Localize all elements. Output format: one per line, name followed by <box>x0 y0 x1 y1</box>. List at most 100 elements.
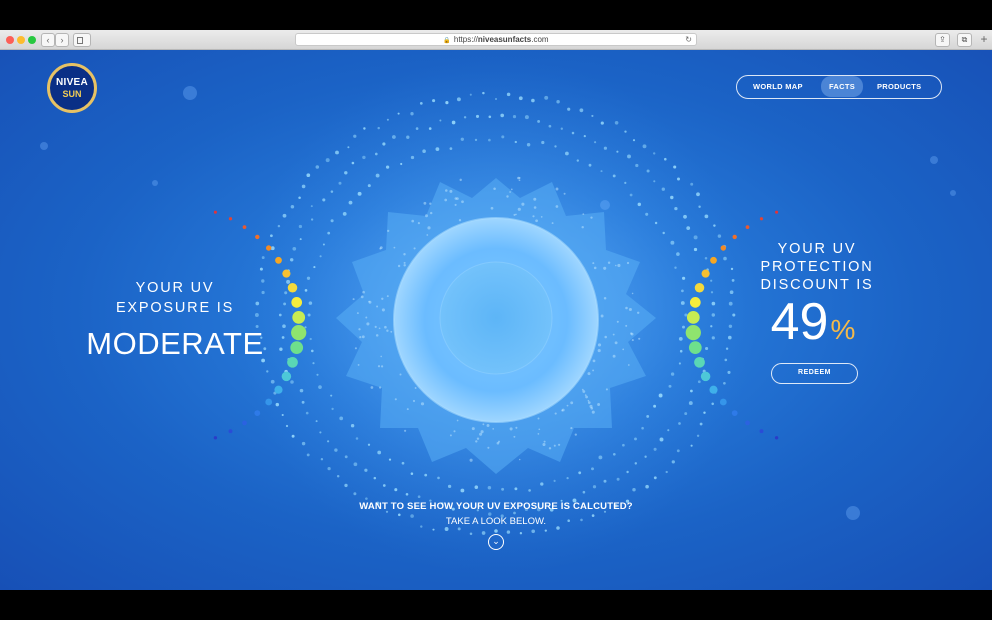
ring-particle <box>588 163 592 167</box>
ring-particle <box>357 191 362 196</box>
ring-particle <box>635 163 639 168</box>
uv-scale-dot <box>694 356 705 368</box>
aura-particle <box>558 443 561 446</box>
ring-particle <box>624 130 627 133</box>
tabs-icon[interactable]: ⧉ <box>957 33 972 47</box>
nivea-sun-logo[interactable]: NIVEA SUN <box>47 63 97 113</box>
new-tab-button[interactable]: + <box>978 33 990 45</box>
aura-particle <box>553 444 556 447</box>
aura-particle <box>476 437 480 440</box>
aura-particle <box>509 427 513 431</box>
sidebar-toggle-button[interactable] <box>73 33 91 47</box>
ring-particle <box>457 527 461 531</box>
aura-particle <box>449 434 452 437</box>
ring-particle <box>681 289 684 293</box>
forward-button[interactable]: › <box>55 33 69 47</box>
ring-particle <box>644 455 647 458</box>
aura-particle <box>509 191 512 193</box>
ring-particle <box>306 276 311 280</box>
ring-particle <box>313 266 316 269</box>
aura-particle <box>587 399 590 402</box>
ring-particle <box>704 214 709 219</box>
ring-particle <box>710 291 714 294</box>
uv-scale-dot <box>287 282 298 293</box>
ring-particle <box>320 457 324 461</box>
back-button[interactable]: ‹ <box>41 33 55 47</box>
aura-particle <box>518 176 521 180</box>
ring-particle <box>330 190 334 193</box>
uv-scale-dot <box>689 297 701 308</box>
address-bar[interactable]: 🔒 https://niveasunfacts.com ↻ <box>295 33 697 46</box>
uv-scale-dot <box>720 245 727 251</box>
ring-particle <box>506 530 511 534</box>
reload-icon[interactable]: ↻ <box>685 34 692 45</box>
aura-particle <box>417 222 420 225</box>
ring-particle <box>259 267 263 271</box>
ring-particle <box>428 127 432 130</box>
ring-particle <box>364 468 368 472</box>
ring-particle <box>290 380 294 384</box>
ring-particle <box>678 362 681 365</box>
logo-top-text: NIVEA <box>55 77 89 88</box>
aura-particle <box>461 200 464 204</box>
zoom-window-button[interactable] <box>28 36 36 44</box>
ring-particle <box>385 165 390 169</box>
aura-particle <box>604 335 607 339</box>
aura-particle <box>423 201 427 205</box>
ring-particle <box>261 290 265 295</box>
aura-particle <box>593 266 597 270</box>
letterbox-top <box>0 0 992 30</box>
aura-particle <box>570 401 574 405</box>
uv-scale-dot <box>254 410 261 416</box>
close-window-button[interactable] <box>6 36 14 44</box>
uv-scale-dot <box>282 269 291 278</box>
ring-particle <box>410 472 414 475</box>
aura-particle <box>506 195 509 198</box>
aura-particle <box>614 264 617 267</box>
ring-particle <box>688 401 693 406</box>
aura-particle <box>368 300 371 303</box>
ring-particle <box>310 205 313 208</box>
ring-particle <box>316 373 319 376</box>
minimize-window-button[interactable] <box>17 36 25 44</box>
ring-particle <box>680 301 685 305</box>
ring-particle <box>334 448 338 452</box>
aura-particle <box>482 423 485 426</box>
share-icon[interactable]: ⇪ <box>935 33 950 47</box>
aura-particle <box>570 427 573 430</box>
chevron-down-icon[interactable]: ⌄ <box>488 534 504 550</box>
ring-particle <box>676 252 680 256</box>
uv-scale-dot <box>228 217 233 221</box>
aura-particle <box>378 327 381 330</box>
ring-particle <box>410 155 415 160</box>
ring-particle <box>299 238 302 241</box>
ring-particle <box>659 437 664 442</box>
aura-particle <box>404 429 407 432</box>
ring-particle <box>531 98 535 103</box>
aura-particle <box>563 192 566 195</box>
nav-products[interactable]: PRODUCTS <box>877 76 922 97</box>
aura-particle <box>590 407 594 410</box>
ring-particle <box>678 337 683 341</box>
aura-particle <box>420 402 425 406</box>
redeem-button[interactable]: REDEEM <box>771 363 858 384</box>
ring-particle <box>327 231 331 235</box>
uv-scale-dot <box>688 341 702 354</box>
discount-value: 49% <box>758 292 868 360</box>
aura-particle <box>625 306 628 310</box>
ring-particle <box>612 174 616 178</box>
ring-particle <box>673 165 677 169</box>
ring-particle <box>731 278 735 282</box>
nav-world-map[interactable]: WORLD MAP <box>753 76 803 97</box>
aura-particle <box>356 312 359 315</box>
nav-facts[interactable]: FACTS <box>821 76 863 97</box>
aura-particle <box>427 226 431 230</box>
ring-particle <box>728 324 733 329</box>
ring-particle <box>723 381 726 385</box>
uv-scale-dot <box>291 297 303 308</box>
ring-particle <box>603 479 607 483</box>
aura-particle <box>554 412 557 415</box>
ring-particle <box>514 487 518 491</box>
aura-particle <box>366 322 370 326</box>
ring-particle <box>632 139 636 142</box>
